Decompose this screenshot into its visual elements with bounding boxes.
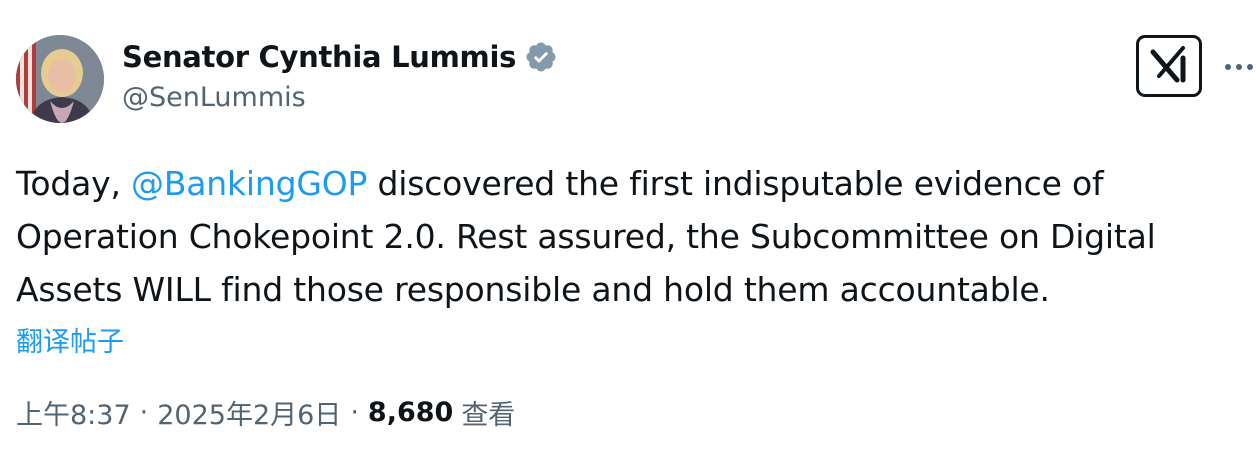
avatar[interactable] [16, 35, 104, 123]
views-label[interactable]: 查看 [461, 393, 515, 432]
display-name[interactable]: Senator Cynthia Lummis [122, 40, 516, 74]
tweet-date[interactable]: 2025年2月6日 [157, 393, 341, 432]
tweet-text-before: Today, [16, 164, 132, 203]
grok-icon [1147, 44, 1191, 88]
verified-badge-icon[interactable] [524, 40, 558, 74]
views-count[interactable]: 8,680 [368, 397, 453, 428]
mention-link[interactable]: @BankingGOP [131, 164, 367, 203]
translate-post-link[interactable]: 翻译帖子 [16, 320, 124, 359]
tweet-meta: 上午8:37 · 2025年2月6日 · 8,680 查看 [16, 393, 515, 432]
grok-button[interactable] [1136, 35, 1202, 97]
more-options-button[interactable] [1222, 50, 1256, 80]
handle[interactable]: @SenLummis [122, 82, 558, 113]
tweet-text: Today, @BankingGOP discovered the first … [16, 157, 1246, 316]
avatar-image [16, 35, 104, 123]
tweet-time[interactable]: 上午8:37 [16, 393, 131, 432]
meta-separator: · [350, 397, 359, 428]
meta-separator: · [139, 397, 149, 428]
more-dots-icon [1224, 56, 1254, 75]
